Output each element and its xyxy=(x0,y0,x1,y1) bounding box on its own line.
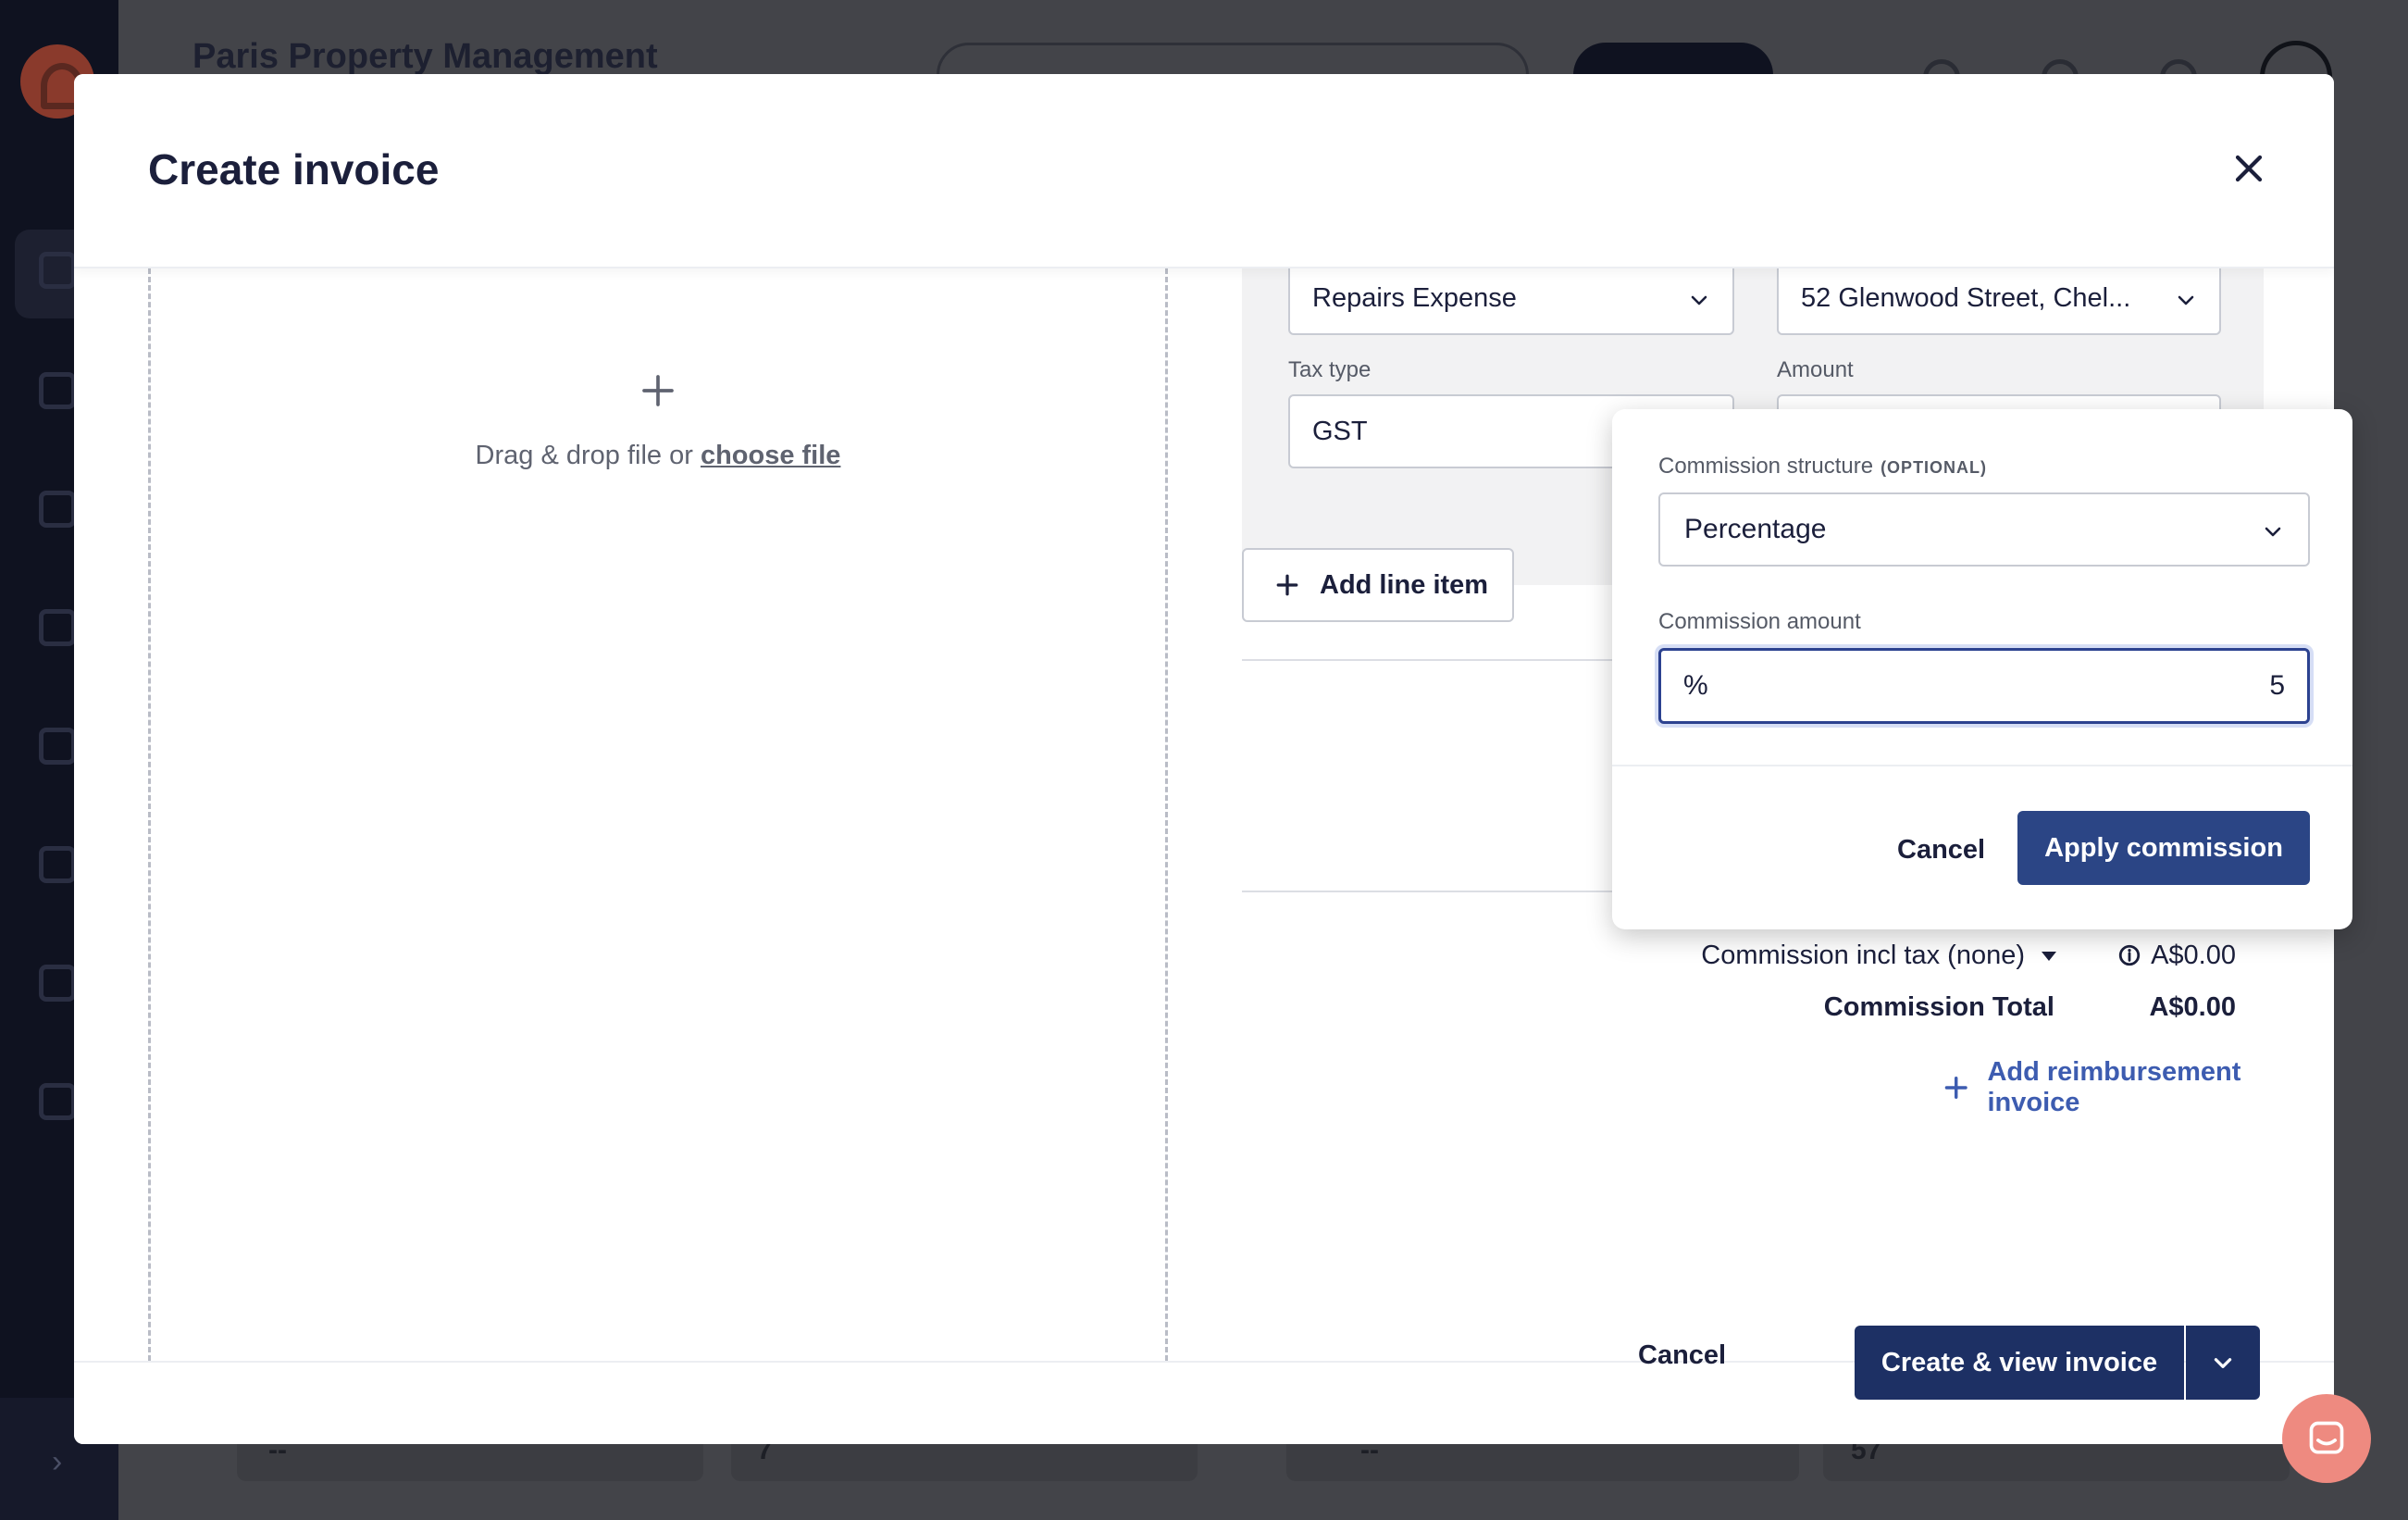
commission-total-label: Commission Total xyxy=(1823,992,2054,1022)
chevron-down-icon xyxy=(2178,295,2194,305)
cancel-button[interactable]: Cancel xyxy=(1638,1340,1726,1371)
popover-cancel-button[interactable]: Cancel xyxy=(1897,835,1985,866)
tasks-icon[interactable] xyxy=(39,491,76,528)
plus-icon xyxy=(1276,574,1298,596)
tax-type-value: GST xyxy=(1312,416,1368,446)
contacts-icon[interactable] xyxy=(39,965,76,1002)
home-icon[interactable] xyxy=(39,372,76,409)
commission-value-row: A$0.00 xyxy=(2054,941,2236,971)
add-reimbursement-invoice-link[interactable]: Add reimbursement invoice xyxy=(1943,1057,2334,1118)
chevron-down-icon xyxy=(2265,527,2281,537)
chat-icon xyxy=(2309,1421,2344,1454)
percent-prefix: % xyxy=(1683,670,1708,701)
upload-instructions: Drag & drop file or choose file xyxy=(151,441,1165,471)
accounting-icon[interactable] xyxy=(39,846,76,883)
plus-icon xyxy=(1944,1076,1967,1100)
popover-divider xyxy=(1612,765,2352,766)
plus-icon xyxy=(642,375,674,406)
file-upload-dropzone[interactable]: Drag & drop file or choose file xyxy=(148,268,1168,1361)
commission-structure-label: Commission structure (OPTIONAL) xyxy=(1658,454,1987,480)
settings-sliders-icon[interactable] xyxy=(39,1083,76,1120)
tax-type-label: Tax type xyxy=(1288,357,1372,382)
close-modal-button[interactable] xyxy=(2212,131,2286,206)
info-icon[interactable] xyxy=(2117,943,2141,967)
commission-popover: Commission structure (OPTIONAL) Percentag… xyxy=(1612,409,2352,929)
modal-title: Create invoice xyxy=(148,145,440,193)
commission-structure-value: Percentage xyxy=(1684,514,1827,544)
close-icon xyxy=(2235,155,2263,182)
commission-amount-input[interactable] xyxy=(1707,670,2285,702)
dashboard-icon[interactable] xyxy=(39,252,76,289)
commission-amount-field[interactable]: % xyxy=(1658,648,2310,724)
expand-sidebar-icon[interactable]: › xyxy=(52,1444,62,1480)
optional-tag: (OPTIONAL) xyxy=(1880,458,1988,477)
commission-amount-label: Commission amount xyxy=(1658,609,1861,634)
chat-launcher-button[interactable] xyxy=(2282,1394,2371,1483)
mail-icon[interactable] xyxy=(39,728,76,765)
commission-tax-dropdown[interactable]: Commission incl tax (none) xyxy=(1612,941,2056,971)
commission-total-value: A$0.00 xyxy=(2149,992,2236,1022)
add-line-item-label: Add line item xyxy=(1320,569,1489,600)
apply-commission-button[interactable]: Apply commission xyxy=(2017,811,2310,885)
add-line-item-button[interactable]: Add line item xyxy=(1242,548,1514,622)
account-select[interactable]: Repairs Expense xyxy=(1288,261,1734,335)
commission-structure-label-text: Commission structure xyxy=(1658,454,1874,479)
reports-icon[interactable] xyxy=(39,609,76,646)
upload-text: Drag & drop file or xyxy=(475,441,693,470)
property-select-value: 52 Glenwood Street, Chel... xyxy=(1801,282,2131,313)
create-view-invoice-button[interactable]: Create & view invoice xyxy=(1855,1326,2184,1400)
amount-label: Amount xyxy=(1777,357,1854,382)
choose-file-link[interactable]: choose file xyxy=(701,441,841,470)
chevron-down-icon xyxy=(2214,1358,2232,1368)
create-options-dropdown-button[interactable] xyxy=(2186,1326,2260,1400)
account-select-value: Repairs Expense xyxy=(1312,282,1517,313)
commission-structure-select[interactable]: Percentage xyxy=(1658,492,2310,567)
property-select[interactable]: 52 Glenwood Street, Chel... xyxy=(1777,261,2221,335)
org-name: Paris Property Management xyxy=(192,37,658,76)
commission-tax-label: Commission incl tax (none) xyxy=(1701,941,2025,970)
chevron-down-icon xyxy=(1691,295,1707,305)
commission-value: A$0.00 xyxy=(2151,941,2236,970)
modal-header: Create invoice xyxy=(74,74,2334,268)
add-reimbursement-label: Add reimbursement invoice xyxy=(1987,1057,2241,1117)
